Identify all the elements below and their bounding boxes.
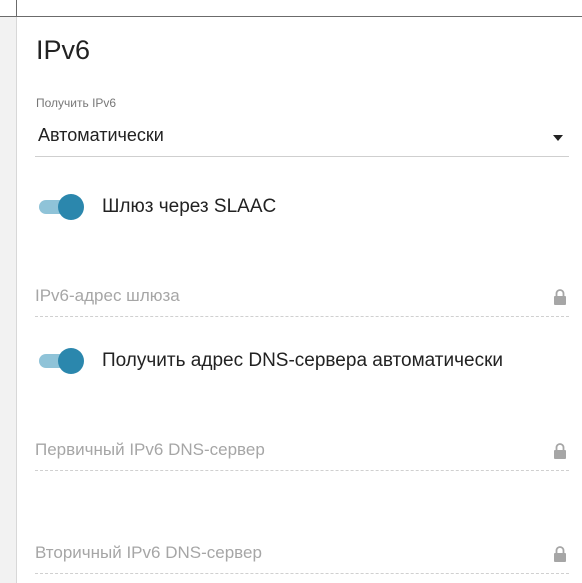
slaac-toggle-label: Шлюз через SLAAC <box>102 196 277 217</box>
slaac-toggle[interactable] <box>39 192 85 222</box>
primary-dns-field: Первичный IPv6 DNS-сервер <box>35 426 569 471</box>
gateway-address-placeholder: IPv6-адрес шлюза <box>35 286 180 305</box>
top-border-bar <box>0 0 582 17</box>
get-ipv6-label: Получить IPv6 <box>36 96 117 110</box>
get-ipv6-value: Автоматически <box>38 125 164 145</box>
secondary-dns-field: Вторичный IPv6 DNS-сервер <box>35 529 569 574</box>
get-ipv6-select[interactable]: Автоматически <box>35 115 569 157</box>
slaac-toggle-row[interactable]: Шлюз через SLAAC <box>39 192 276 222</box>
chevron-down-icon <box>553 135 563 141</box>
primary-dns-placeholder: Первичный IPv6 DNS-сервер <box>35 440 265 459</box>
ipv6-settings-panel: IPv6 Получить IPv6 Автоматически Шлюз че… <box>16 17 582 583</box>
toggle-knob <box>58 348 84 374</box>
lock-icon <box>554 289 566 305</box>
dns-auto-toggle-row[interactable]: Получить адрес DNS-сервера автоматически <box>39 346 503 376</box>
toggle-knob <box>58 194 84 220</box>
dns-auto-toggle[interactable] <box>39 346 85 376</box>
lock-icon <box>554 546 566 562</box>
divider <box>16 0 17 16</box>
gateway-address-field: IPv6-адрес шлюза <box>35 272 569 317</box>
section-title: IPv6 <box>36 35 91 65</box>
lock-icon <box>554 443 566 459</box>
secondary-dns-placeholder: Вторичный IPv6 DNS-сервер <box>35 543 262 562</box>
dns-auto-toggle-label: Получить адрес DNS-сервера автоматически <box>102 350 504 371</box>
